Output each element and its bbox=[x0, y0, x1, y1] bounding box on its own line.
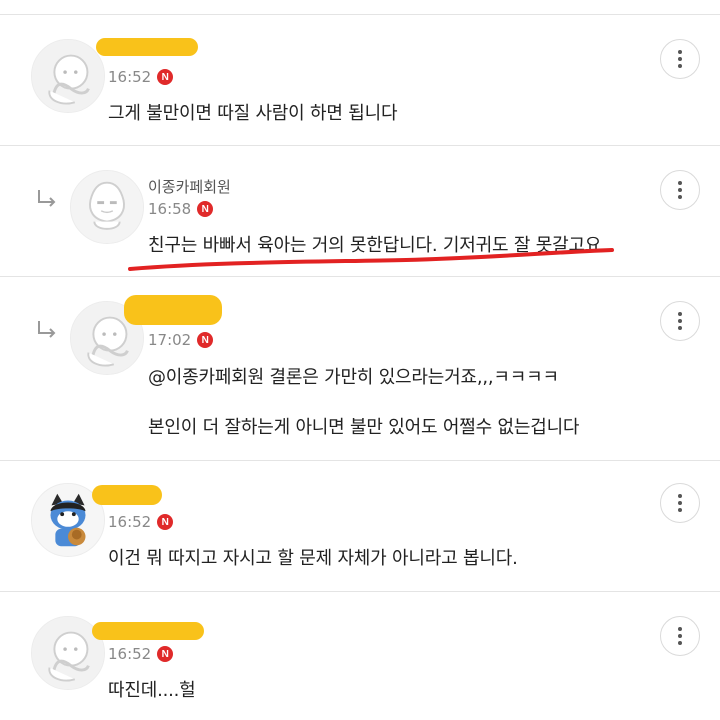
comment-text: 그게 불만이면 따질 사람이 하면 됩니다 bbox=[108, 103, 398, 124]
more-options-button[interactable] bbox=[660, 170, 700, 210]
author-name-redacted bbox=[92, 622, 204, 640]
author-name-redacted bbox=[92, 485, 162, 505]
comment-meta: 16:52 N bbox=[108, 513, 174, 531]
more-dot-icon bbox=[678, 319, 682, 323]
more-dot-icon bbox=[678, 326, 682, 330]
timestamp: 16:58 bbox=[148, 200, 192, 218]
red-underline-annotation bbox=[128, 248, 614, 271]
reply-comment-item: 이종카페회원 16:58 N 친구는 바빠서 육아는 거의 못한답니다. 기저귀… bbox=[0, 146, 720, 276]
new-badge: N bbox=[157, 514, 174, 530]
comment-item: 16:52 N 이건 뭐 따지고 자시고 할 문제 자체가 아니라고 봅니다. bbox=[0, 461, 720, 591]
more-dot-icon bbox=[678, 634, 682, 638]
comment-text: 결론은 가만히 있으라는거죠,,,ㅋㅋㅋㅋ bbox=[263, 367, 559, 388]
reply-arrow-icon bbox=[38, 190, 56, 207]
comment-text-line1: @이종카페회원 결론은 가만히 있으라는거죠,,,ㅋㅋㅋㅋ bbox=[148, 363, 559, 389]
comment-meta: 16:58 N bbox=[148, 200, 214, 218]
more-dot-icon bbox=[678, 494, 682, 498]
reply-arrow-icon bbox=[38, 321, 56, 338]
new-badge: N bbox=[197, 332, 214, 348]
comment-meta: 17:02 N bbox=[148, 331, 214, 349]
more-dot-icon bbox=[678, 57, 682, 61]
more-dot-icon bbox=[678, 641, 682, 645]
mention-link[interactable]: @이종카페회원 bbox=[148, 367, 264, 388]
comment-meta: 16:52 N bbox=[108, 68, 174, 86]
new-badge: N bbox=[157, 69, 174, 85]
more-options-button[interactable] bbox=[660, 301, 700, 341]
more-options-button[interactable] bbox=[660, 39, 700, 79]
timestamp: 16:52 bbox=[108, 68, 152, 86]
comment-item: 16:52 N 따진데....헐 bbox=[0, 592, 720, 720]
comment-text-line2: 본인이 더 잘하는게 아니면 불만 있어도 어쩔수 없는겁니다 bbox=[148, 417, 580, 438]
more-dot-icon bbox=[678, 64, 682, 68]
timestamp: 16:52 bbox=[108, 645, 152, 663]
new-badge: N bbox=[157, 646, 174, 662]
more-dot-icon bbox=[678, 188, 682, 192]
more-dot-icon bbox=[678, 627, 682, 631]
comment-text: 이건 뭐 따지고 자시고 할 문제 자체가 아니라고 봅니다. bbox=[108, 548, 518, 569]
new-badge: N bbox=[197, 201, 214, 217]
more-dot-icon bbox=[678, 508, 682, 512]
more-options-button[interactable] bbox=[660, 483, 700, 523]
author-name-redacted bbox=[96, 38, 198, 56]
default-profile-icon[interactable] bbox=[70, 170, 144, 244]
comment-item: 16:52 N 그게 불만이면 따질 사람이 하면 됩니다 bbox=[0, 15, 720, 145]
more-dot-icon bbox=[678, 312, 682, 316]
more-dot-icon bbox=[678, 195, 682, 199]
more-dot-icon bbox=[678, 501, 682, 505]
comment-meta: 16:52 N bbox=[108, 645, 174, 663]
reply-comment-item: 17:02 N @이종카페회원 결론은 가만히 있으라는거죠,,,ㅋㅋㅋㅋ 본인… bbox=[0, 277, 720, 460]
more-dot-icon bbox=[678, 181, 682, 185]
timestamp: 16:52 bbox=[108, 513, 152, 531]
author-name[interactable]: 이종카페회원 bbox=[148, 176, 231, 197]
more-options-button[interactable] bbox=[660, 616, 700, 656]
comment-text: 따진데....헐 bbox=[108, 680, 196, 701]
timestamp: 17:02 bbox=[148, 331, 192, 349]
more-dot-icon bbox=[678, 50, 682, 54]
author-name-redacted bbox=[124, 295, 222, 325]
default-profile-icon[interactable] bbox=[31, 39, 105, 113]
